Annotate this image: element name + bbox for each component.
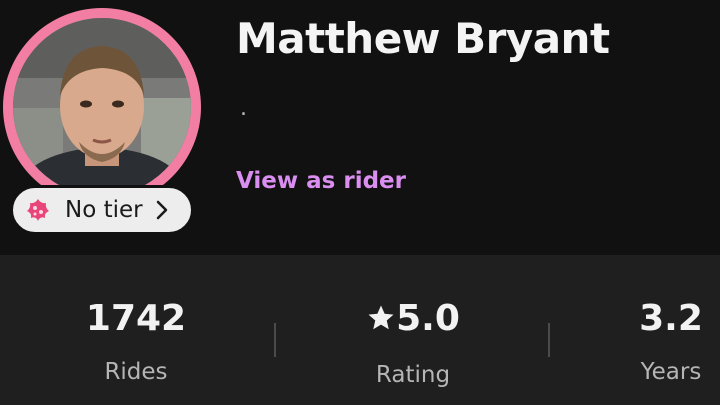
stat-years-label: Years xyxy=(640,359,702,385)
chevron-right-icon xyxy=(155,199,169,221)
stat-years-value: 3.2 xyxy=(639,298,703,339)
tier-chip[interactable]: No tier xyxy=(10,185,194,235)
stats-divider xyxy=(548,323,550,357)
stats-divider xyxy=(274,323,276,357)
profile-photo xyxy=(13,18,191,196)
stats-bar: 1742 Rides 5.0 Rating 3.2 Years xyxy=(0,255,720,405)
stat-rating-value-row: 5.0 xyxy=(338,293,488,348)
profile-subline: . xyxy=(240,96,247,121)
tier-badge-icon xyxy=(23,195,53,225)
profile-name: Matthew Bryant xyxy=(236,14,610,63)
stat-rating-label: Rating xyxy=(375,362,451,388)
avatar[interactable] xyxy=(13,18,191,196)
avatar-ring xyxy=(3,8,201,206)
stat-rides-value: 1742 xyxy=(85,298,187,339)
stat-years: 3.2 Years xyxy=(612,293,720,385)
stat-rating-value: 5.0 xyxy=(396,298,460,339)
view-as-rider-link[interactable]: View as rider xyxy=(236,168,406,194)
profile-header: No tier Matthew Bryant . View as rider xyxy=(0,0,720,255)
stat-rating: 5.0 Rating xyxy=(338,293,488,388)
stat-rides-label: Rides xyxy=(104,359,168,385)
stat-rides: 1742 Rides xyxy=(66,293,206,385)
driver-profile-page: No tier Matthew Bryant . View as rider 1… xyxy=(0,0,720,405)
star-icon xyxy=(366,296,396,348)
tier-label: No tier xyxy=(65,197,143,223)
